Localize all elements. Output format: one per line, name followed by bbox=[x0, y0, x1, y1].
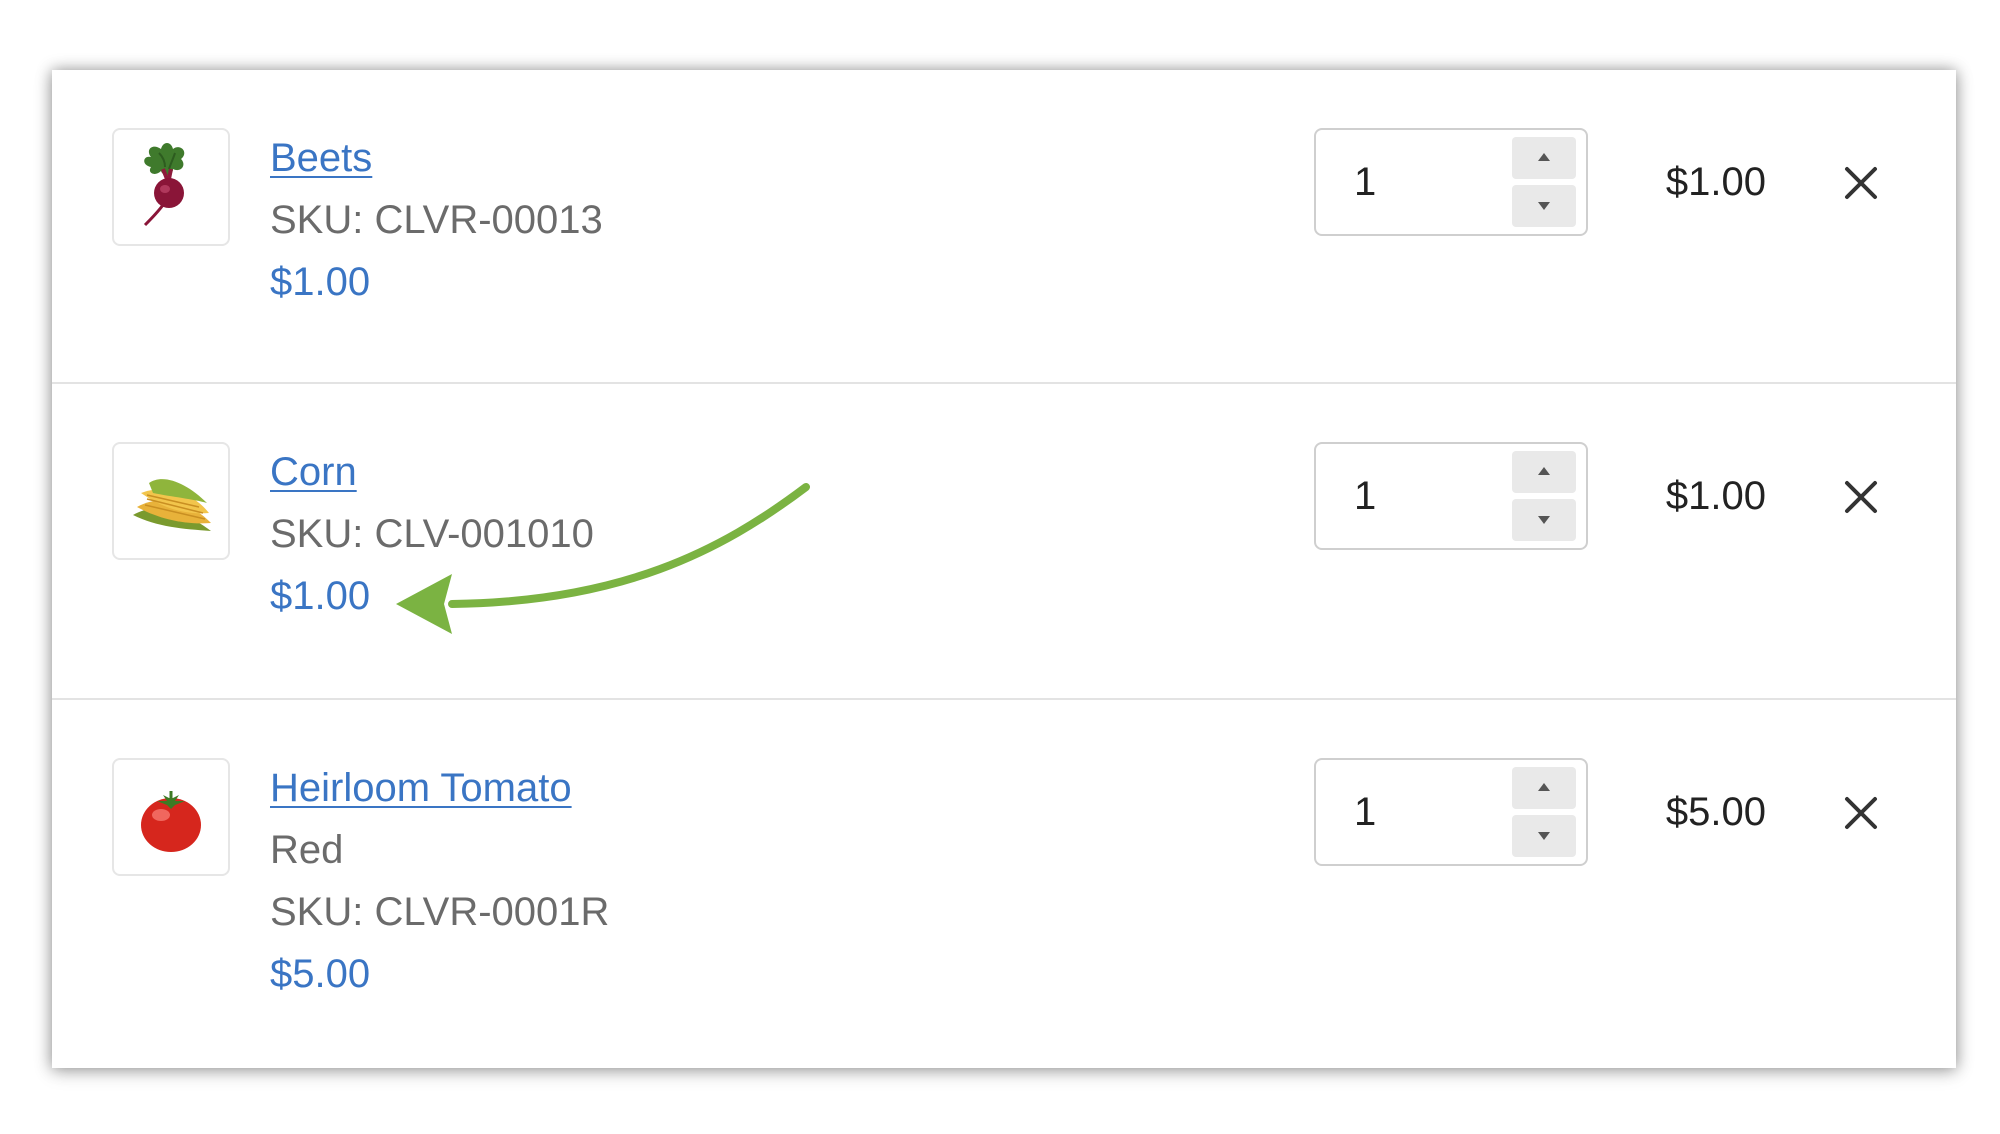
quantity-value[interactable]: 1 bbox=[1354, 472, 1376, 520]
product-info: Corn SKU: CLV-001010 $1.00 bbox=[270, 448, 594, 620]
product-name-link[interactable]: Heirloom Tomato bbox=[270, 764, 609, 812]
remove-item-button[interactable] bbox=[1842, 164, 1880, 202]
quantity-increment-button[interactable] bbox=[1512, 137, 1576, 179]
product-unit-price: $5.00 bbox=[270, 952, 371, 996]
tomato-icon bbox=[141, 791, 201, 852]
product-thumbnail[interactable] bbox=[112, 442, 230, 560]
close-icon bbox=[1845, 167, 1877, 199]
quantity-value[interactable]: 1 bbox=[1354, 788, 1376, 836]
close-icon bbox=[1845, 797, 1877, 829]
quantity-stepper[interactable]: 1 bbox=[1314, 758, 1588, 866]
quantity-value[interactable]: 1 bbox=[1354, 158, 1376, 206]
product-sku: SKU: CLV-001010 bbox=[270, 512, 594, 556]
product-thumbnail[interactable] bbox=[112, 128, 230, 246]
line-total: $1.00 bbox=[1665, 474, 1766, 518]
beet-icon bbox=[143, 143, 185, 227]
product-name-link[interactable]: Beets bbox=[270, 134, 603, 182]
quantity-stepper[interactable]: 1 bbox=[1314, 128, 1588, 236]
product-sku: SKU: CLVR-0001R bbox=[270, 890, 610, 934]
quantity-increment-button[interactable] bbox=[1512, 451, 1576, 493]
product-info: Beets SKU: CLVR-00013 $1.00 bbox=[270, 134, 603, 306]
quantity-increment-button[interactable] bbox=[1512, 767, 1576, 809]
quantity-decrement-button[interactable] bbox=[1512, 499, 1576, 541]
remove-item-button[interactable] bbox=[1842, 478, 1880, 516]
product-unit-price: $1.00 bbox=[270, 574, 371, 618]
remove-item-button[interactable] bbox=[1842, 794, 1880, 832]
caret-up-icon bbox=[1538, 783, 1550, 791]
product-unit-price: $1.00 bbox=[270, 260, 371, 304]
quantity-stepper[interactable]: 1 bbox=[1314, 442, 1588, 550]
caret-down-icon bbox=[1538, 832, 1550, 840]
line-total: $1.00 bbox=[1665, 160, 1766, 204]
caret-up-icon bbox=[1538, 467, 1550, 475]
quantity-decrement-button[interactable] bbox=[1512, 185, 1576, 227]
close-icon bbox=[1845, 481, 1877, 513]
caret-down-icon bbox=[1538, 516, 1550, 524]
product-name-link[interactable]: Corn bbox=[270, 448, 594, 496]
cart-screenshot: Beets SKU: CLVR-00013 $1.00 1 $1.00 Corn… bbox=[0, 0, 2000, 1134]
cart-items-card: Beets SKU: CLVR-00013 $1.00 1 $1.00 Corn… bbox=[52, 70, 1956, 1068]
corn-icon bbox=[133, 479, 211, 531]
line-total: $5.00 bbox=[1665, 790, 1766, 834]
caret-down-icon bbox=[1538, 202, 1550, 210]
cart-row-corn: Corn SKU: CLV-001010 $1.00 1 $1.00 bbox=[52, 384, 1956, 699]
product-sku: SKU: CLVR-00013 bbox=[270, 198, 603, 242]
cart-row-heirloom-tomato: Heirloom Tomato Red SKU: CLVR-0001R $5.0… bbox=[52, 700, 1956, 1068]
product-thumbnail[interactable] bbox=[112, 758, 230, 876]
product-variant: Red bbox=[270, 828, 344, 872]
product-info: Heirloom Tomato Red SKU: CLVR-0001R $5.0… bbox=[270, 764, 609, 998]
cart-row-beets: Beets SKU: CLVR-00013 $1.00 1 $1.00 bbox=[52, 70, 1956, 383]
quantity-decrement-button[interactable] bbox=[1512, 815, 1576, 857]
caret-up-icon bbox=[1538, 153, 1550, 161]
